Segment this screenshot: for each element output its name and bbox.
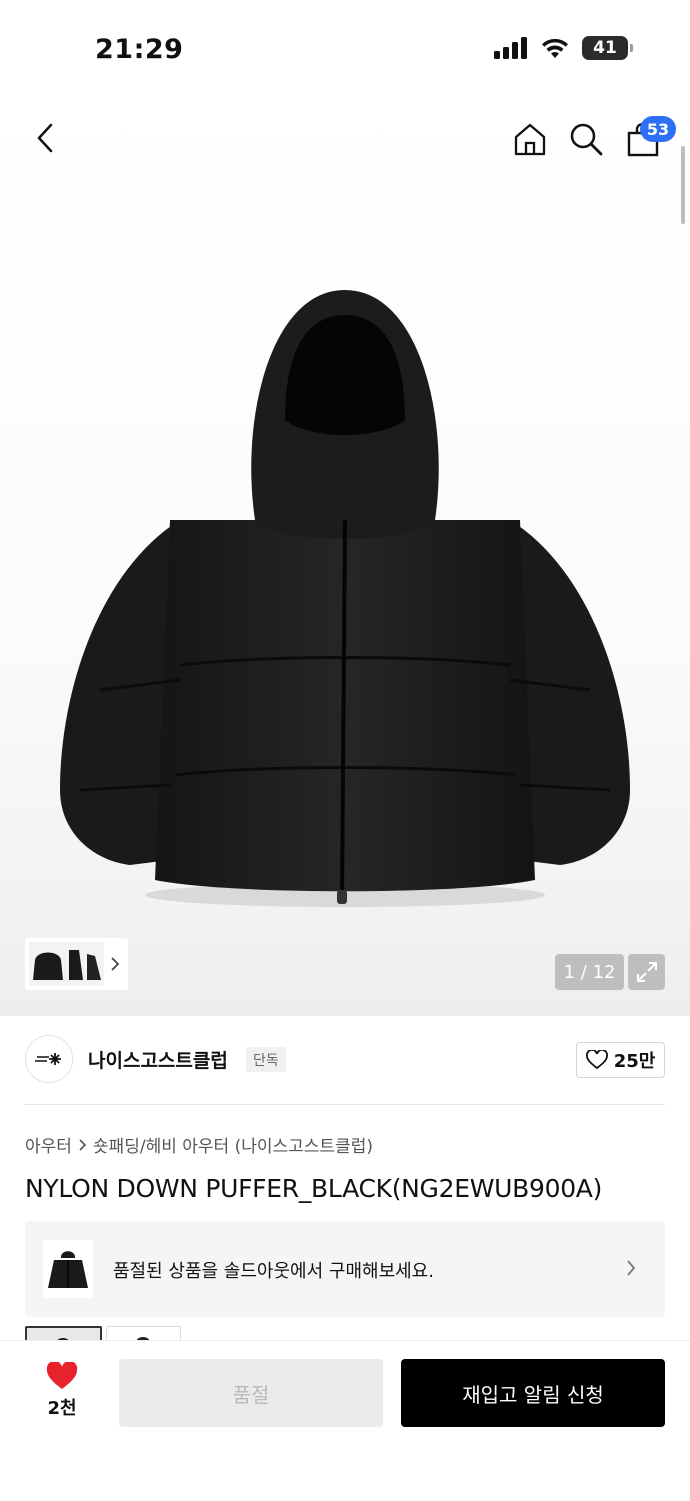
product-title: NYLON DOWN PUFFER_BLACK(NG2EWUB900A) bbox=[25, 1174, 603, 1203]
soldout-banner-arrow bbox=[626, 1259, 636, 1281]
thumbnail-images bbox=[29, 942, 104, 986]
status-time: 21:29 bbox=[95, 34, 184, 65]
exclusive-tag: 단독 bbox=[246, 1047, 286, 1072]
status-icons: 41 bbox=[494, 36, 633, 60]
back-icon bbox=[37, 123, 53, 153]
soldout-button[interactable]: 품절 bbox=[119, 1359, 383, 1427]
product-image-gallery[interactable] bbox=[0, 90, 690, 1016]
chevron-right-icon bbox=[79, 1138, 87, 1151]
scrollbar[interactable] bbox=[681, 146, 685, 224]
breadcrumb-category[interactable]: 아우터 bbox=[25, 1132, 72, 1157]
jacket-thumbnail-icon bbox=[48, 1251, 88, 1288]
back-button[interactable] bbox=[28, 120, 62, 156]
heart-outline-icon bbox=[585, 1050, 608, 1070]
restock-alert-button[interactable]: 재입고 알림 신청 bbox=[401, 1359, 665, 1427]
wishlist-count: 2천 bbox=[47, 1398, 77, 1419]
chevron-right-icon bbox=[627, 1260, 636, 1276]
soldout-banner-thumbnail bbox=[43, 1240, 93, 1298]
breadcrumb: 아우터 숏패딩/헤비 아우터 (나이스고스트클럽) bbox=[25, 1132, 373, 1157]
divider bbox=[25, 1104, 665, 1105]
cart-count-badge: 53 bbox=[640, 116, 676, 142]
brand-logo-mark bbox=[35, 1053, 61, 1065]
image-thumbnails-button[interactable] bbox=[25, 938, 128, 990]
soldout-banner-text: 품절된 상품을 솔드아웃에서 구매해보세요. bbox=[113, 1261, 434, 1282]
home-button[interactable] bbox=[511, 120, 549, 158]
heart-filled-icon bbox=[46, 1362, 78, 1389]
search-icon bbox=[570, 123, 603, 156]
brand-name[interactable]: 나이스고스트클럽 bbox=[88, 1046, 228, 1073]
battery-indicator: 41 bbox=[582, 36, 633, 60]
wifi-icon bbox=[542, 38, 568, 58]
image-page-counter: 1 / 12 bbox=[555, 954, 624, 990]
battery-level: 41 bbox=[593, 38, 617, 58]
expand-icon bbox=[636, 962, 657, 982]
search-button[interactable] bbox=[568, 120, 604, 158]
breadcrumb-subcategory[interactable]: 숏패딩/헤비 아우터 (나이스고스트클럽) bbox=[93, 1132, 373, 1157]
chevron-right-icon bbox=[111, 957, 120, 971]
home-icon bbox=[514, 123, 546, 156]
expand-image-button[interactable] bbox=[628, 954, 665, 990]
signal-icon bbox=[494, 37, 527, 59]
color-option-alt[interactable] bbox=[106, 1326, 181, 1341]
brand-like-count: 25만 bbox=[613, 1051, 656, 1072]
brand-logo[interactable] bbox=[25, 1035, 73, 1083]
wishlist-button[interactable]: 2천 bbox=[40, 1362, 84, 1420]
product-image bbox=[60, 290, 630, 907]
brand-like-button[interactable]: 25만 bbox=[576, 1042, 665, 1078]
